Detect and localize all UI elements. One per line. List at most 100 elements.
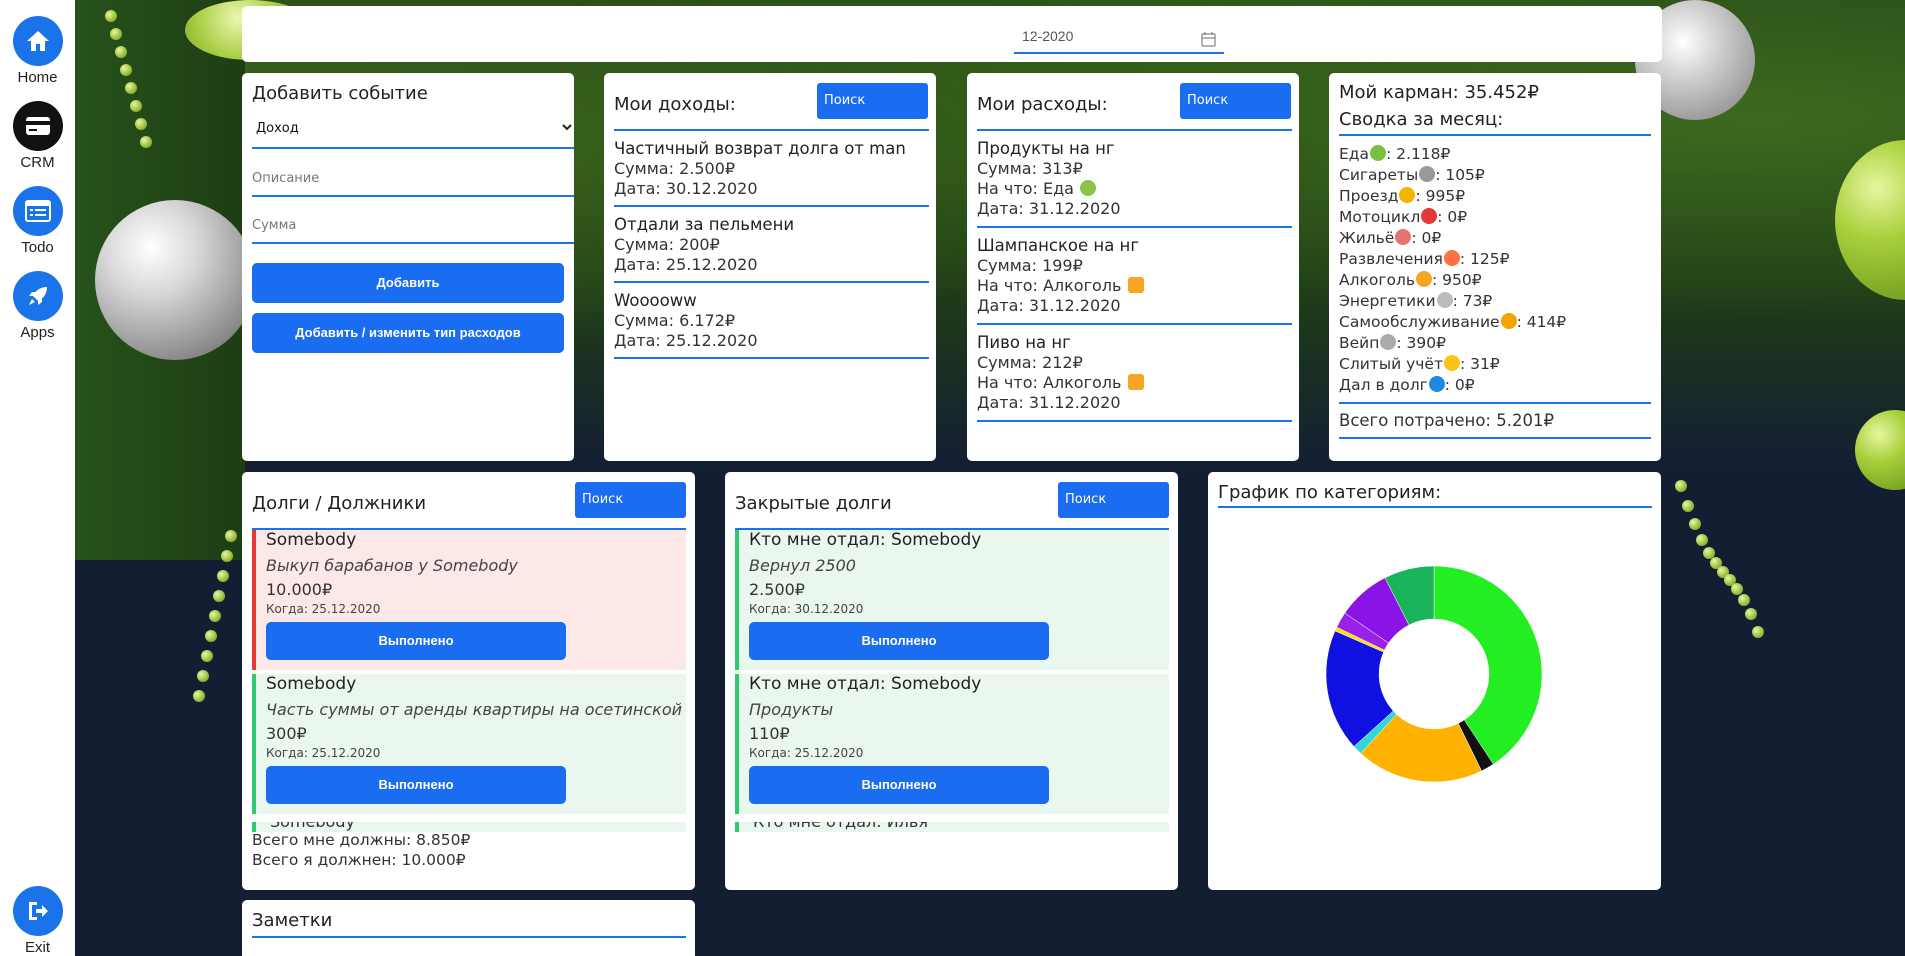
debt-date: Когда: 25.12.2020 xyxy=(749,746,864,760)
expenses-search-button[interactable]: Поиск xyxy=(1180,83,1291,119)
edit-expense-types-button[interactable]: Добавить / изменить тип расходов xyxy=(252,313,564,353)
description-field[interactable]: Описание xyxy=(252,159,574,197)
expense-entry-sum: Сумма: 212₽ xyxy=(977,353,1083,372)
debt-person: Somebody xyxy=(266,674,357,694)
beer-emoji-icon xyxy=(1127,374,1144,390)
category-name: Еда xyxy=(1339,145,1370,163)
expense-entry-category: На что: Еда xyxy=(977,179,1292,199)
summary-line: Жильё : 0₽ xyxy=(1339,229,1441,247)
income-title: Мои доходы: xyxy=(614,94,736,115)
calendar-icon[interactable] xyxy=(1201,32,1216,50)
expense-entry-category: На что: Алкоголь xyxy=(977,276,1292,296)
expense-entry: Продукты на нг Сумма: 313₽ На что: Еда Д… xyxy=(977,139,1292,219)
bead xyxy=(205,630,217,642)
summary-line: Сигареты: 105₽ xyxy=(1339,166,1485,184)
total-i-owe: Всего я должнен: 10.000₽ xyxy=(252,851,466,869)
category-amount: : 0₽ xyxy=(1437,208,1468,226)
nav-home-label: Home xyxy=(17,69,58,86)
bead xyxy=(125,82,137,94)
bead xyxy=(1675,480,1687,492)
debt-description: Вернул 2500 xyxy=(749,556,856,575)
expense-entry: Пиво на нг Сумма: 212₽ На что: Алкоголь … xyxy=(977,333,1292,413)
expense-entry-title: Шампанское на нг xyxy=(977,236,1140,255)
bead xyxy=(110,28,122,40)
debt-amount: 10.000₽ xyxy=(266,580,333,599)
bead xyxy=(130,100,142,112)
mark-done-button[interactable]: Выполнено xyxy=(266,766,566,804)
debt-person: Кто мне отдал: Somebody xyxy=(749,674,982,694)
category-name: Алкоголь xyxy=(1339,271,1416,289)
category-name: Проезд xyxy=(1339,187,1399,205)
bead xyxy=(1752,625,1764,638)
add-button[interactable]: Добавить xyxy=(252,263,564,303)
category-amount: : 125₽ xyxy=(1459,250,1510,268)
total-owed-to-me: Всего мне должны: 8.850₽ xyxy=(252,831,471,849)
nav-crm[interactable]: CRM xyxy=(0,101,75,171)
summary-line: Проезд: 995₽ xyxy=(1339,187,1465,205)
category-emoji-icon xyxy=(1380,334,1397,350)
debt-person: Кто мне отдал: Илья xyxy=(739,822,1169,831)
bead xyxy=(213,590,225,602)
divider xyxy=(977,226,1292,228)
closed-debts-panel: Закрытые долги Поиск Кто мне отдал: Some… xyxy=(725,472,1178,890)
category-donut-chart xyxy=(1325,565,1543,783)
nav-apps-label: Apps xyxy=(20,324,55,341)
category-amount: : 105₽ xyxy=(1435,166,1485,184)
description-placeholder: Описание xyxy=(252,171,320,186)
divider xyxy=(614,357,929,359)
bead xyxy=(201,650,213,662)
expense-entry-category: На что: Алкоголь xyxy=(977,373,1292,393)
summary-line: Мотоцикл: 0₽ xyxy=(1339,208,1467,226)
bead xyxy=(217,570,229,582)
income-search-button[interactable]: Поиск xyxy=(817,83,928,119)
divider xyxy=(614,129,929,131)
summary-line: Энергетики: 73₽ xyxy=(1339,292,1492,310)
sidebar: Home CRM Todo Apps Exit xyxy=(0,0,75,956)
bead xyxy=(105,10,117,22)
closed-debt-item: Кто мне отдал: Somebody Вернул 2500 2.50… xyxy=(735,530,1169,670)
debt-date: Когда: 30.12.2020 xyxy=(749,602,864,616)
chart-title: График по категориям: xyxy=(1218,482,1442,503)
income-entry-sum: Сумма: 200₽ xyxy=(614,235,720,254)
event-type-value: Доход xyxy=(256,121,299,136)
mark-done-button[interactable]: Выполнено xyxy=(749,766,1049,804)
nav-apps[interactable]: Apps xyxy=(0,271,75,341)
month-picker[interactable]: 12-2020 xyxy=(1014,26,1224,54)
category-name: Энергетики xyxy=(1339,292,1436,310)
category-emoji-icon xyxy=(1419,166,1436,182)
category-name: Развлечения xyxy=(1339,250,1443,268)
notes-panel: Заметки xyxy=(242,900,695,956)
debt-amount: 2.500₽ xyxy=(749,580,805,599)
mark-done-button[interactable]: Выполнено xyxy=(749,622,1049,660)
debts-search-button[interactable]: Поиск xyxy=(575,482,686,518)
bead xyxy=(115,46,127,58)
chevron-down-icon xyxy=(561,121,573,136)
divider xyxy=(1218,506,1652,508)
event-type-select[interactable]: Доход xyxy=(252,109,574,149)
debt-description: Часть суммы от аренды квартиры на осетин… xyxy=(266,700,683,719)
expense-entry-sum: Сумма: 199₽ xyxy=(977,256,1083,275)
nav-todo[interactable]: Todo xyxy=(0,186,75,256)
rocket-icon xyxy=(12,271,63,321)
category-name: Жильё xyxy=(1339,229,1395,247)
category-amount: : 0₽ xyxy=(1411,229,1442,247)
debt-date: Когда: 25.12.2020 xyxy=(266,602,381,616)
debt-amount: 300₽ xyxy=(266,724,307,743)
bead xyxy=(1689,518,1701,531)
bead xyxy=(197,670,209,682)
bead xyxy=(221,550,233,562)
debt-date: Когда: 25.12.2020 xyxy=(266,746,381,760)
chart-panel: График по категориям: xyxy=(1208,472,1661,890)
mark-done-button[interactable]: Выполнено xyxy=(266,622,566,660)
amount-field[interactable]: Сумма xyxy=(252,206,574,244)
income-panel: Мои доходы: Поиск Частичный возврат долг… xyxy=(604,73,936,461)
date-bar: 12-2020 xyxy=(242,6,1662,62)
category-amount: : 0₽ xyxy=(1444,376,1475,394)
nav-home[interactable]: Home xyxy=(0,16,75,86)
category-emoji-icon xyxy=(1421,208,1438,224)
expense-entry-sum: Сумма: 313₽ xyxy=(977,159,1083,178)
closed-debts-search-button[interactable]: Поиск xyxy=(1058,482,1169,518)
nav-exit[interactable]: Exit xyxy=(0,886,75,956)
add-event-panel: Добавить событие Доход Описание Сумма До… xyxy=(242,73,574,461)
income-entry-sum: Сумма: 6.172₽ xyxy=(614,311,736,330)
